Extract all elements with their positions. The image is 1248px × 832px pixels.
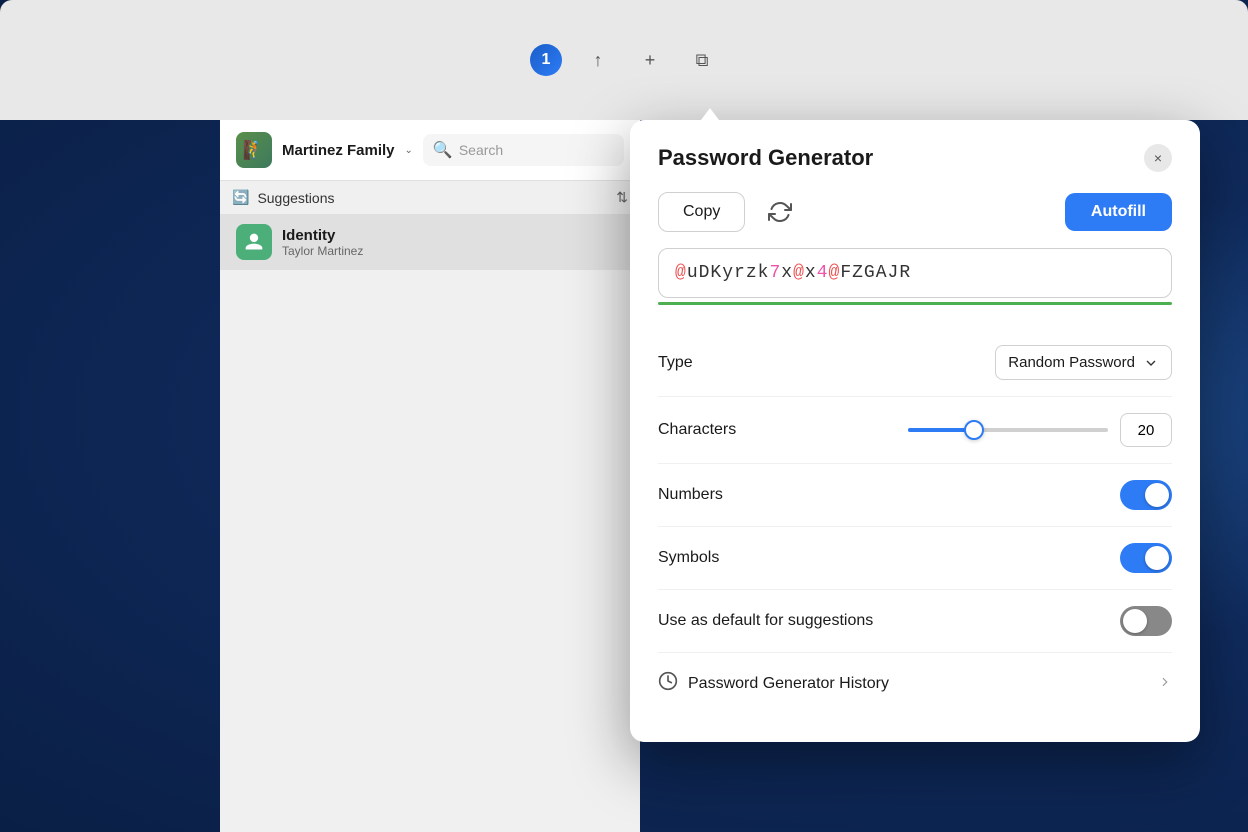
default-suggestions-label: Use as default for suggestions	[658, 612, 873, 630]
type-row: Type Random Password	[658, 329, 1172, 397]
history-chevron-icon	[1158, 675, 1172, 692]
type-select[interactable]: Random Password	[995, 345, 1172, 380]
vault-icon: 🧗	[236, 132, 272, 168]
default-suggestions-toggle-thumb	[1123, 609, 1147, 633]
share-icon[interactable]: ↑	[582, 44, 614, 76]
num-4: 4	[817, 263, 829, 283]
slider-container: 20	[908, 413, 1172, 447]
identity-svg	[244, 232, 264, 252]
default-suggestions-toggle[interactable]	[1120, 606, 1172, 636]
identity-list-item[interactable]: Identity Taylor Martinez	[220, 214, 640, 270]
refresh-button[interactable]	[761, 193, 799, 231]
identity-info: Identity Taylor Martinez	[282, 227, 363, 258]
copy-button[interactable]: Copy	[658, 192, 745, 232]
close-button[interactable]: ×	[1144, 144, 1172, 172]
at-char-1: @	[675, 263, 687, 283]
browser-icons: 1 ↑ + ⧉	[530, 44, 718, 76]
add-tab-icon[interactable]: +	[634, 44, 666, 76]
chevron-right-svg	[1158, 675, 1172, 689]
sidebar-section-suggestions: 🔄 Suggestions ⇅	[220, 181, 640, 214]
clock-icon	[658, 671, 678, 691]
at-char-2: @	[793, 263, 805, 283]
type-chevron-icon	[1143, 355, 1159, 371]
history-label: Password Generator History	[688, 675, 889, 693]
password-display: @uDKyrzk7x@x4@FZGAJR	[658, 248, 1172, 298]
history-icon	[658, 671, 678, 696]
autofill-button[interactable]: Autofill	[1065, 193, 1172, 231]
identity-type: Identity	[282, 227, 363, 244]
password-generator-modal: Password Generator × Copy Autofill @uDKy…	[630, 120, 1200, 742]
modal-title: Password Generator	[658, 145, 873, 171]
type-label: Type	[658, 354, 693, 372]
history-left: Password Generator History	[658, 671, 889, 696]
onepassword-icon[interactable]: 1	[530, 44, 562, 76]
strength-bar	[658, 302, 1172, 305]
numbers-label: Numbers	[658, 486, 723, 504]
search-placeholder: Search	[459, 142, 503, 158]
browser-toolbar: 1 ↑ + ⧉	[0, 0, 1248, 120]
action-bar: Copy Autofill	[658, 192, 1172, 232]
suggestions-icon: 🔄	[232, 189, 249, 206]
search-icon: 🔍	[433, 140, 453, 160]
identity-icon	[236, 224, 272, 260]
symbols-row: Symbols	[658, 527, 1172, 590]
modal-arrow	[698, 108, 722, 124]
characters-label: Characters	[658, 421, 736, 439]
suggestions-text: Suggestions	[257, 190, 334, 206]
symbols-toggle[interactable]	[1120, 543, 1172, 573]
app-header: 🧗 Martinez Family ⌄ 🔍 Search	[220, 120, 640, 181]
num-7: 7	[769, 263, 781, 283]
character-count[interactable]: 20	[1120, 413, 1172, 447]
characters-slider-track[interactable]	[908, 428, 1108, 432]
suggestions-label: 🔄 Suggestions	[232, 189, 335, 206]
vault-name: Martinez Family	[282, 142, 395, 159]
numbers-toggle[interactable]	[1120, 480, 1172, 510]
identity-name: Taylor Martinez	[282, 244, 363, 258]
modal-body: Copy Autofill @uDKyrzk7x@x4@FZGAJR Type …	[630, 192, 1200, 742]
at-char-3: @	[829, 263, 841, 283]
default-suggestions-row: Use as default for suggestions	[658, 590, 1172, 653]
tab-overview-icon[interactable]: ⧉	[686, 44, 718, 76]
type-value: Random Password	[1008, 354, 1135, 371]
slider-thumb[interactable]	[964, 420, 984, 440]
search-bar[interactable]: 🔍 Search	[423, 134, 624, 166]
characters-row: Characters 20	[658, 397, 1172, 464]
refresh-icon	[768, 200, 792, 224]
vault-chevron-icon[interactable]: ⌄	[405, 145, 413, 156]
app-window: 🧗 Martinez Family ⌄ 🔍 Search 🔄 Suggestio…	[220, 120, 640, 832]
section-sort-icon[interactable]: ⇅	[616, 189, 628, 206]
modal-header: Password Generator ×	[630, 120, 1200, 192]
numbers-row: Numbers	[658, 464, 1172, 527]
history-row[interactable]: Password Generator History	[658, 653, 1172, 714]
symbols-toggle-thumb	[1145, 546, 1169, 570]
symbols-label: Symbols	[658, 549, 719, 567]
numbers-toggle-thumb	[1145, 483, 1169, 507]
